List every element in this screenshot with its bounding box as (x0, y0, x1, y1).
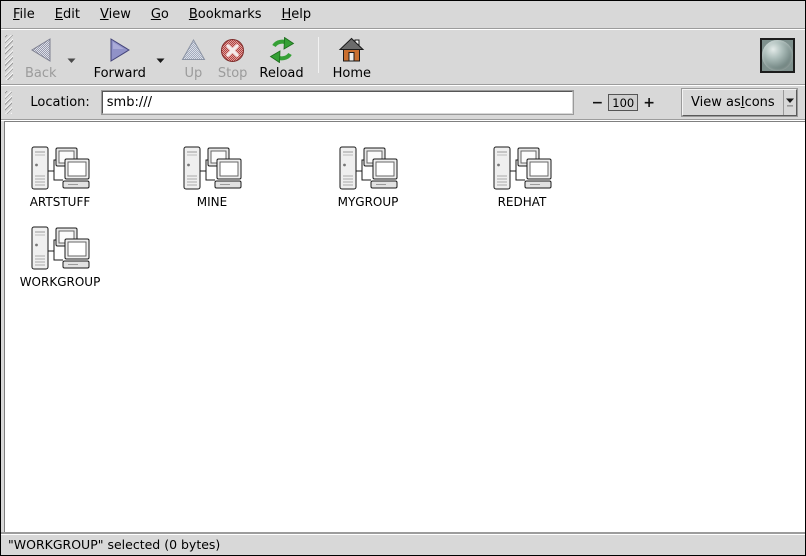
home-label: Home (333, 66, 371, 81)
menu-help[interactable]: Help (272, 3, 322, 26)
share-item-redhat[interactable]: REDHAT (467, 144, 577, 209)
menu-go[interactable]: Go (141, 3, 179, 26)
share-label: WORKGROUP (5, 275, 115, 289)
back-button[interactable]: Back (19, 33, 63, 82)
throbber (760, 38, 795, 73)
view-as-dropdown[interactable]: View as Icons (682, 89, 797, 116)
toolbar-separator (318, 37, 319, 73)
network-share-icon (181, 144, 243, 194)
network-share-icon (29, 224, 91, 274)
up-icon (181, 35, 206, 65)
reload-label: Reload (259, 66, 303, 81)
location-label: Location: (30, 95, 89, 110)
status-text: "WORKGROUP" selected (0 bytes) (8, 537, 220, 552)
location-bar-grip[interactable] (5, 91, 12, 114)
stop-label: Stop (218, 66, 248, 81)
icon-view[interactable]: ARTSTUFF MINE MYGROUP REDHAT WORKGROUP (4, 121, 805, 532)
forward-button[interactable]: Forward (88, 33, 152, 82)
status-bar: "WORKGROUP" selected (0 bytes) (1, 532, 805, 555)
menu-file[interactable]: File (3, 3, 45, 26)
back-label: Back (25, 66, 57, 81)
zoom-controls: − 100 + (587, 94, 660, 111)
share-label: REDHAT (467, 195, 577, 209)
back-history-chevron-icon[interactable] (63, 49, 80, 68)
share-item-artstuff[interactable]: ARTSTUFF (5, 144, 115, 209)
stop-button[interactable]: Stop (212, 33, 254, 82)
forward-history-chevron-icon[interactable] (152, 49, 169, 68)
share-item-mine[interactable]: MINE (157, 144, 267, 209)
toolbar: Back Forward Up (1, 30, 805, 84)
throbber-sphere-icon (762, 40, 793, 71)
network-share-icon (337, 144, 399, 194)
share-label: MYGROUP (313, 195, 423, 209)
home-button[interactable]: Home (327, 33, 377, 82)
location-input[interactable] (102, 91, 573, 114)
reload-button[interactable]: Reload (253, 33, 309, 82)
menu-edit[interactable]: Edit (45, 3, 90, 26)
view-as-chevron-icon (783, 90, 796, 115)
location-bar: Location: − 100 + View as Icons (1, 86, 805, 119)
forward-icon (107, 35, 133, 65)
zoom-in-button[interactable]: + (638, 95, 660, 111)
share-item-workgroup[interactable]: WORKGROUP (5, 224, 115, 289)
file-manager-window: File Edit View Go Bookmarks Help Back Fo… (0, 0, 806, 556)
share-item-mygroup[interactable]: MYGROUP (313, 144, 423, 209)
menu-view[interactable]: View (90, 3, 141, 26)
reload-icon (268, 35, 296, 65)
up-button[interactable]: Up (175, 33, 212, 82)
stop-icon (220, 35, 245, 65)
network-share-icon (29, 144, 91, 194)
forward-label: Forward (94, 66, 146, 81)
zoom-level-indicator[interactable]: 100 (608, 94, 638, 111)
up-label: Up (184, 66, 202, 81)
toolbar-grip[interactable] (5, 35, 13, 80)
view-as-label: View as Icons (683, 90, 783, 115)
share-label: MINE (157, 195, 267, 209)
back-icon (28, 35, 54, 65)
home-icon (338, 35, 365, 65)
share-label: ARTSTUFF (5, 195, 115, 209)
menu-bookmarks[interactable]: Bookmarks (179, 3, 272, 26)
zoom-out-button[interactable]: − (587, 95, 609, 111)
network-share-icon (491, 144, 553, 194)
menu-bar: File Edit View Go Bookmarks Help (1, 1, 805, 28)
